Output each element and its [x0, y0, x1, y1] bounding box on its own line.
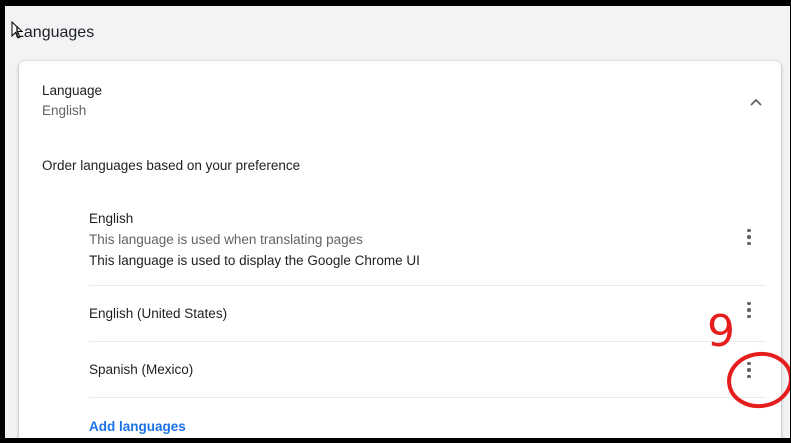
settings-window: Languages Language English Order languag…	[5, 6, 790, 438]
ui-language-note: This language is used to display the Goo…	[89, 253, 420, 268]
section-title: Languages	[15, 24, 95, 41]
language-list: English This language is used when trans…	[89, 199, 766, 398]
translate-note: This language is used when translating p…	[89, 232, 363, 247]
order-languages-text: Order languages based on your preference	[42, 158, 301, 173]
language-header[interactable]: Language English	[42, 83, 102, 118]
collapse-language-button[interactable]	[745, 91, 767, 113]
language-name: English	[89, 211, 134, 226]
language-card: Language English Order languages based o…	[19, 61, 781, 438]
more-actions-button[interactable]	[739, 298, 759, 322]
more-vert-icon	[747, 301, 751, 319]
language-name: English (United States)	[89, 306, 228, 321]
language-value: English	[42, 103, 87, 118]
list-item: Spanish (Mexico)	[89, 342, 766, 398]
list-item: English (United States)	[89, 286, 766, 342]
chevron-up-icon	[750, 98, 762, 106]
list-item: English This language is used when trans…	[89, 199, 766, 286]
language-name: Spanish (Mexico)	[89, 362, 194, 377]
highlight-circle-annotation	[727, 351, 790, 409]
add-languages-link[interactable]: Add languages	[89, 419, 186, 434]
language-label: Language	[42, 83, 103, 98]
more-actions-button[interactable]	[739, 225, 759, 249]
more-vert-icon	[747, 228, 751, 246]
